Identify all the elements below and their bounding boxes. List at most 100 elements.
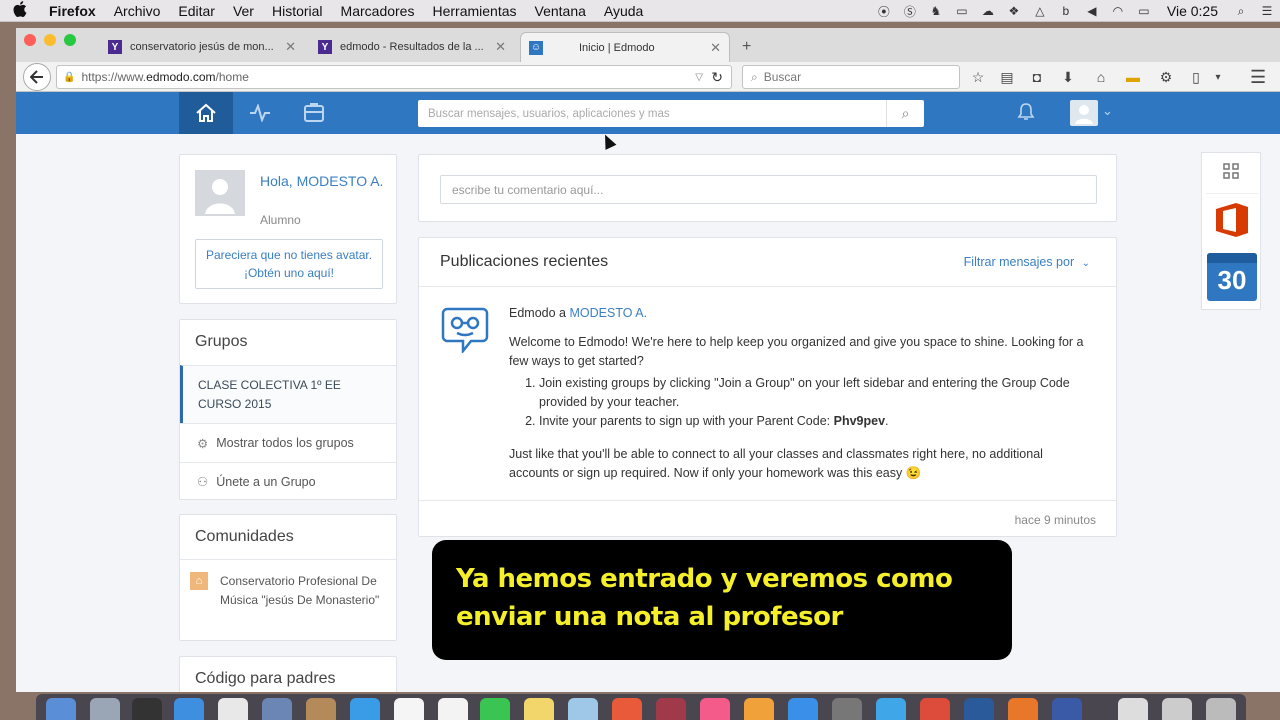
- office-app-icon[interactable]: [1206, 193, 1258, 245]
- menu-editar[interactable]: Editar: [169, 3, 224, 19]
- url-dropdown-icon[interactable]: ▽: [695, 72, 703, 83]
- community-item[interactable]: ⌂ Conservatorio Profesional De Música "j…: [180, 559, 396, 641]
- browser-search-bar[interactable]: ⌕ Buscar: [742, 65, 960, 89]
- menu-ayuda[interactable]: Ayuda: [595, 3, 652, 19]
- downloads-stack-icon[interactable]: [1162, 698, 1192, 720]
- back-button[interactable]: [23, 63, 51, 91]
- comment-input[interactable]: escribe tu comentario aquí...: [440, 175, 1097, 204]
- volume-icon[interactable]: ◀: [1081, 4, 1103, 18]
- apps-grid-icon[interactable]: [1202, 153, 1260, 189]
- photo-booth-icon[interactable]: [656, 698, 686, 720]
- display-icon[interactable]: ▭: [951, 4, 973, 18]
- close-tab-icon[interactable]: ✕: [710, 40, 721, 56]
- app-store-icon[interactable]: [788, 698, 818, 720]
- apple-menu-icon[interactable]: [0, 0, 40, 21]
- group-item-active[interactable]: CLASE COLECTIVA 1º EE CURSO 2015: [180, 365, 396, 423]
- finder-icon[interactable]: [46, 698, 76, 720]
- record-icon[interactable]: ⦿: [873, 4, 895, 19]
- quicktime-icon[interactable]: [1052, 698, 1082, 720]
- menu-marcadores[interactable]: Marcadores: [332, 3, 424, 19]
- post-steps: Join existing groups by clicking "Join a…: [509, 374, 1089, 431]
- skype-icon[interactable]: Ⓢ: [899, 4, 921, 19]
- apps-icon[interactable]: [218, 698, 248, 720]
- zoom-window-button[interactable]: [64, 34, 76, 46]
- new-tab-button[interactable]: +: [734, 32, 758, 62]
- cloud-app-icon[interactable]: [876, 698, 906, 720]
- nav-activity[interactable]: [233, 92, 287, 134]
- photos-icon[interactable]: [612, 698, 642, 720]
- bookmark-star-icon[interactable]: ☆: [970, 69, 986, 85]
- profile-avatar[interactable]: [195, 170, 245, 216]
- home-icon[interactable]: ⌂: [1093, 69, 1109, 85]
- calendar-icon[interactable]: [394, 698, 424, 720]
- hamburger-menu-icon[interactable]: ☰: [1250, 67, 1266, 87]
- itunes-icon[interactable]: [700, 698, 730, 720]
- toolbar-overflow-icon[interactable]: ▾: [1210, 69, 1226, 85]
- dropbox-icon[interactable]: ❖: [1003, 4, 1025, 18]
- post-recipient[interactable]: MODESTO A.: [569, 306, 647, 320]
- url-bar[interactable]: 🔒 https://www. edmodo.com /home ▽ ↻: [56, 65, 732, 89]
- clipboard-icon[interactable]: ▯: [1188, 69, 1204, 85]
- pocket-icon[interactable]: ◘: [1029, 69, 1045, 85]
- messages-icon[interactable]: [480, 698, 510, 720]
- creative-cloud-icon[interactable]: ☁: [977, 4, 999, 18]
- close-tab-icon[interactable]: ✕: [495, 39, 506, 55]
- search-icon[interactable]: ⌕: [886, 100, 924, 127]
- notification-center-icon[interactable]: ☰: [1256, 4, 1278, 18]
- edmodo-search-input[interactable]: Buscar mensajes, usuarios, aplicaciones …: [418, 100, 924, 127]
- downloads-icon[interactable]: ⬇: [1060, 69, 1076, 85]
- get-avatar-button[interactable]: Pareciera que no tienes avatar. ¡Obtén u…: [195, 239, 383, 289]
- chevron-down-icon[interactable]: ⌄: [1102, 103, 1113, 119]
- launchpad-icon[interactable]: [90, 698, 120, 720]
- mission-control-icon[interactable]: [132, 698, 162, 720]
- profile-greeting[interactable]: Hola, MODESTO A.: [260, 171, 385, 191]
- notifications-bell-icon[interactable]: [1016, 102, 1036, 127]
- firefox-icon[interactable]: [1008, 698, 1038, 720]
- tab-edmodo-results[interactable]: Y edmodo - Resultados de la ... ✕: [310, 32, 514, 62]
- close-window-button[interactable]: [24, 34, 36, 46]
- menu-ver[interactable]: Ver: [224, 3, 263, 19]
- b-icon[interactable]: b: [1055, 4, 1077, 18]
- tab-conservatorio[interactable]: Y conservatorio jesús de mon... ✕: [100, 32, 304, 62]
- menu-historial[interactable]: Historial: [263, 3, 332, 19]
- post-time: hace 9 minutos: [1014, 513, 1096, 527]
- join-group-link[interactable]: ⚇ Únete a un Grupo: [180, 462, 396, 500]
- chrome-icon[interactable]: [920, 698, 950, 720]
- minimize-window-button[interactable]: [44, 34, 56, 46]
- show-all-groups-link[interactable]: ⚙ Mostrar todos los grupos: [180, 423, 396, 462]
- reload-icon[interactable]: ↻: [711, 69, 723, 86]
- word-icon[interactable]: [964, 698, 994, 720]
- addon-icon[interactable]: ⚙: [1158, 69, 1174, 85]
- drive-icon[interactable]: △: [1029, 4, 1051, 18]
- menu-herramientas[interactable]: Herramientas: [423, 3, 525, 19]
- documents-folder-icon[interactable]: [1118, 698, 1148, 720]
- nav-backpack[interactable]: [287, 92, 341, 134]
- menu-ventana[interactable]: Ventana: [526, 3, 595, 19]
- extension-icon[interactable]: ▬: [1125, 69, 1141, 85]
- planner-calendar-icon[interactable]: 30: [1207, 253, 1257, 301]
- user-avatar-menu[interactable]: [1070, 100, 1098, 126]
- preview-photos-icon[interactable]: [568, 698, 598, 720]
- mail-icon[interactable]: [350, 698, 380, 720]
- notes-icon[interactable]: [438, 698, 468, 720]
- spotlight-icon[interactable]: ⌕: [1230, 4, 1252, 18]
- menu-archivo[interactable]: Archivo: [105, 3, 170, 19]
- nav-home[interactable]: [179, 92, 233, 134]
- ibooks-icon[interactable]: [744, 698, 774, 720]
- filter-messages-dropdown[interactable]: Filtrar mensajes por ⌄: [964, 255, 1090, 269]
- preview-icon[interactable]: [262, 698, 292, 720]
- wifi-icon[interactable]: ◠: [1107, 4, 1129, 18]
- safari-icon[interactable]: [174, 698, 204, 720]
- system-preferences-icon[interactable]: [832, 698, 862, 720]
- menu-firefox[interactable]: Firefox: [40, 3, 105, 19]
- parent-code: Phv9pev: [833, 414, 886, 428]
- stickies-icon[interactable]: [524, 698, 554, 720]
- tab-inicio-edmodo[interactable]: ☺ Inicio | Edmodo ✕: [520, 32, 730, 62]
- contacts-icon[interactable]: [306, 698, 336, 720]
- evernote-icon[interactable]: ♞: [925, 4, 947, 18]
- close-tab-icon[interactable]: ✕: [285, 39, 296, 55]
- battery-icon[interactable]: ▭: [1133, 4, 1155, 18]
- trash-icon[interactable]: [1206, 698, 1236, 720]
- clock[interactable]: Vie 0:25: [1157, 3, 1228, 19]
- reading-list-icon[interactable]: ▤: [999, 69, 1015, 85]
